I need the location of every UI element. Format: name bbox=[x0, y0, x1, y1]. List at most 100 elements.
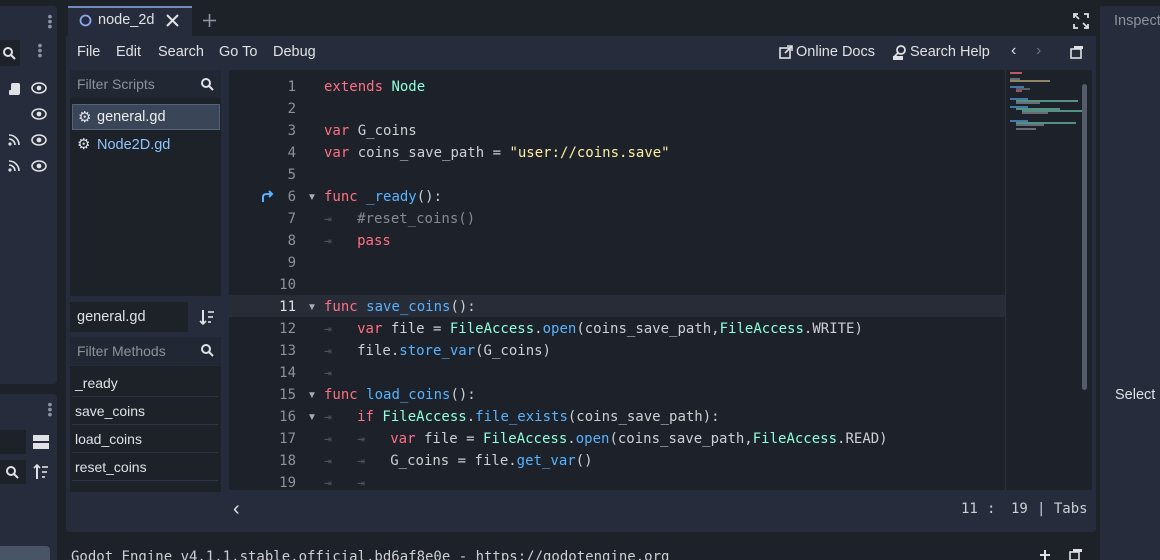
selected-file-item[interactable] bbox=[0, 546, 50, 560]
menu-edit[interactable]: Edit bbox=[116, 44, 141, 60]
inspector-panel bbox=[1100, 6, 1160, 560]
line-number: 8 bbox=[287, 233, 296, 249]
method-divider bbox=[72, 480, 218, 481]
inspector-empty-message: Select a bbox=[1115, 387, 1160, 403]
distraction-free-icon[interactable] bbox=[1073, 13, 1089, 29]
line-number: 13 bbox=[279, 343, 296, 359]
line-number: 18 bbox=[279, 453, 296, 469]
line-number: 14 bbox=[279, 365, 296, 381]
copy-icon[interactable] bbox=[1069, 548, 1083, 560]
indentation-mode[interactable]: | Tabs bbox=[1037, 501, 1088, 517]
sort-icon[interactable] bbox=[199, 308, 215, 326]
visibility-icon[interactable] bbox=[31, 108, 47, 120]
fold-arrow-icon[interactable]: ▼ bbox=[307, 192, 317, 203]
line-number: 9 bbox=[287, 255, 296, 271]
current-script-label: general.gd bbox=[77, 309, 146, 325]
menu-go-to[interactable]: Go To bbox=[219, 44, 257, 60]
tab-bar bbox=[66, 6, 1096, 36]
history-back-icon[interactable]: ‹ bbox=[1011, 42, 1016, 60]
output-text: Godot Engine v4.1.1.stable.official.bd6a… bbox=[71, 549, 670, 560]
code-line: var G_coins bbox=[324, 123, 417, 139]
code-line: ⇥ if FileAccess.file_exists(coins_save_p… bbox=[324, 409, 720, 425]
line-number: 10 bbox=[279, 277, 296, 293]
minimap-preview bbox=[1010, 72, 1082, 130]
line-number: 19 bbox=[279, 475, 296, 491]
visibility-icon[interactable] bbox=[31, 160, 47, 172]
code-line: ⇥ pass bbox=[324, 233, 391, 249]
fold-arrow-icon[interactable]: ▼ bbox=[307, 390, 317, 401]
signal-icon[interactable] bbox=[8, 134, 20, 146]
line-number: 11 bbox=[279, 299, 296, 315]
gear-icon: ⚙ bbox=[77, 136, 91, 153]
online-docs-link[interactable]: Online Docs bbox=[796, 44, 875, 60]
node-2d-icon bbox=[79, 14, 92, 27]
filter-methods-field[interactable]: Filter Methods bbox=[70, 337, 221, 365]
close-icon[interactable] bbox=[166, 14, 179, 27]
code-line: ⇥ var file = FileAccess.open(coins_save_… bbox=[324, 321, 863, 337]
line-number: 12 bbox=[279, 321, 296, 337]
search-icon[interactable] bbox=[200, 77, 214, 91]
minimap[interactable] bbox=[1005, 70, 1092, 490]
window-panel-icon[interactable] bbox=[1070, 45, 1084, 59]
line-number: 1 bbox=[287, 79, 296, 95]
line-number: 7 bbox=[287, 211, 296, 227]
scene-dock-menu-icon[interactable]: • • • bbox=[47, 9, 53, 33]
visibility-icon[interactable] bbox=[31, 134, 47, 146]
add-icon[interactable] bbox=[1038, 548, 1052, 560]
search-help-link[interactable]: Search Help bbox=[910, 44, 990, 60]
code-line: ⇥ ⇥ G_coins = file.get_var() bbox=[324, 453, 593, 469]
method-divider bbox=[72, 424, 218, 425]
vertical-scrollbar[interactable] bbox=[1082, 84, 1087, 390]
cursor-column: 19 bbox=[1011, 501, 1028, 517]
script-item-label: general.gd bbox=[97, 109, 166, 125]
script-icon[interactable] bbox=[8, 82, 22, 96]
fold-arrow-icon[interactable]: ▼ bbox=[307, 412, 317, 423]
script-item-label: Node2D.gd bbox=[97, 137, 171, 153]
line-number: 2 bbox=[287, 101, 296, 117]
line-number: 3 bbox=[287, 123, 296, 139]
filesystem-dock-menu-icon[interactable]: • • • bbox=[47, 397, 53, 421]
menu-debug[interactable]: Debug bbox=[273, 44, 316, 60]
add-tab-icon[interactable] bbox=[202, 13, 217, 28]
code-line: var coins_save_path = "user://coins.save… bbox=[324, 145, 670, 161]
filter-methods-placeholder: Filter Methods bbox=[77, 343, 166, 359]
code-line: ⇥ ⇥ var file = FileAccess.open(coins_sav… bbox=[324, 431, 888, 447]
method-item[interactable]: save_coins bbox=[75, 403, 145, 419]
scene-options-icon[interactable]: • • • bbox=[37, 38, 43, 62]
search-icon[interactable] bbox=[5, 465, 19, 479]
code-line: ⇥ bbox=[324, 366, 332, 381]
inspector-tab[interactable]: Inspect bbox=[1114, 13, 1160, 29]
method-item[interactable]: load_coins bbox=[75, 431, 142, 447]
tab-label[interactable]: node_2d bbox=[98, 12, 154, 28]
toggle-scripts-panel-icon[interactable]: ‹ bbox=[233, 498, 240, 521]
method-divider bbox=[72, 452, 218, 453]
filter-scripts-field[interactable]: Filter Scripts bbox=[70, 70, 221, 98]
gear-icon: ⚙ bbox=[78, 109, 92, 126]
fold-arrow-icon[interactable]: ▼ bbox=[307, 302, 317, 313]
search-icon[interactable] bbox=[200, 343, 214, 357]
line-number: 15 bbox=[279, 387, 296, 403]
visibility-icon[interactable] bbox=[31, 82, 47, 94]
history-forward-icon[interactable]: › bbox=[1036, 42, 1041, 60]
code-line: extends Node bbox=[324, 79, 426, 95]
script-item-general[interactable]: ⚙ general.gd bbox=[72, 104, 220, 130]
code-line: ⇥ #reset_coins() bbox=[324, 211, 476, 227]
method-item[interactable]: _ready bbox=[75, 375, 118, 391]
output-panel: Godot Engine v4.1.1.stable.official.bd6a… bbox=[66, 540, 1028, 560]
menu-search[interactable]: Search bbox=[158, 44, 204, 60]
line-number: 17 bbox=[279, 431, 296, 447]
external-link-icon[interactable] bbox=[779, 45, 793, 59]
method-item[interactable]: reset_coins bbox=[75, 459, 147, 475]
method-override-icon[interactable] bbox=[261, 190, 275, 204]
line-number: 16 bbox=[279, 409, 296, 425]
menu-file[interactable]: File bbox=[77, 44, 100, 60]
signal-icon[interactable] bbox=[8, 160, 20, 172]
path-field[interactable] bbox=[0, 430, 26, 454]
split-view-icon[interactable] bbox=[32, 434, 50, 450]
sort-icon[interactable] bbox=[33, 463, 49, 481]
doc-search-icon[interactable] bbox=[892, 44, 908, 60]
search-icon[interactable] bbox=[2, 46, 16, 60]
code-line: func _ready(): bbox=[324, 189, 443, 205]
code-line: func save_coins(): bbox=[324, 299, 476, 315]
script-item-node2d[interactable]: ⚙ Node2D.gd bbox=[72, 132, 220, 158]
